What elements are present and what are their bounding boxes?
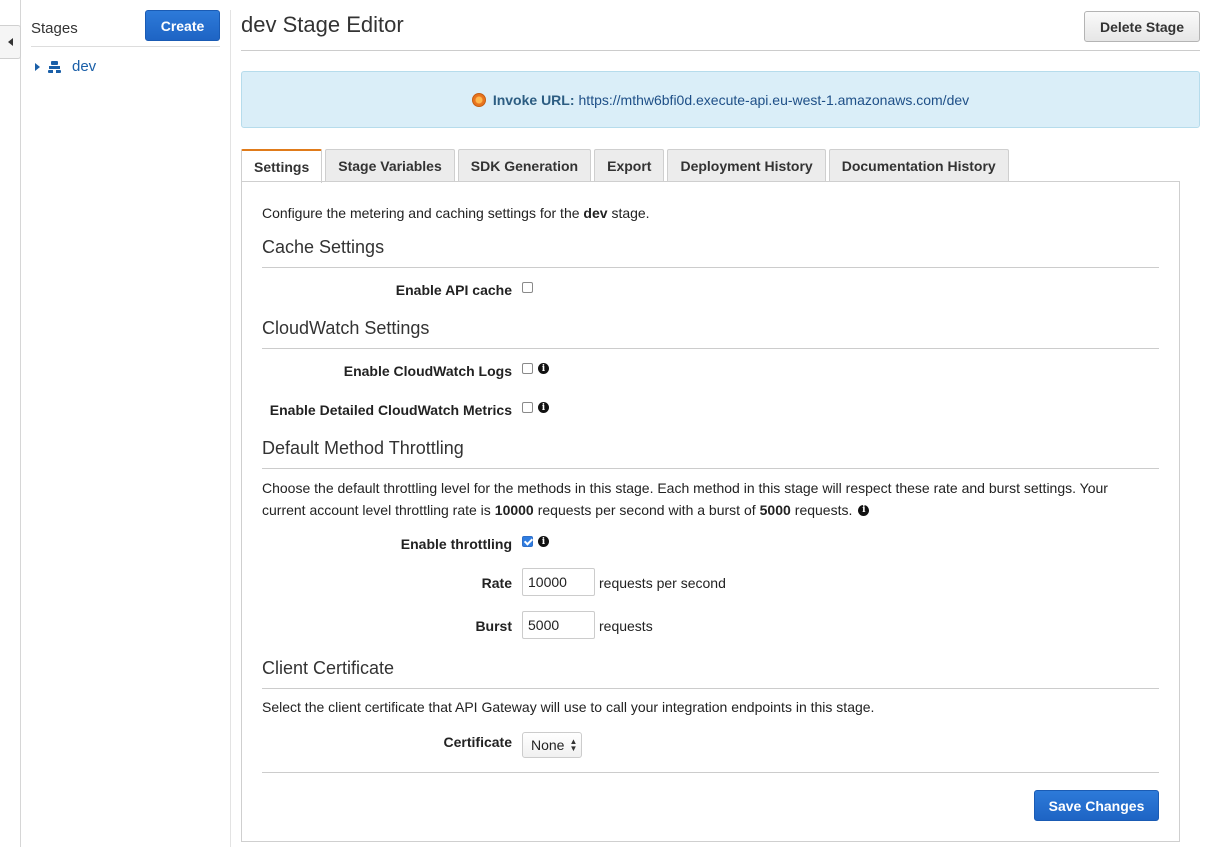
burst-input[interactable] [522,611,595,639]
throttling-description-line1: Choose the default throttling level for … [262,480,1108,496]
enable-detailed-metrics-checkbox[interactable] [522,402,533,413]
footer-divider [262,772,1159,773]
header-divider [241,50,1200,51]
invoke-url-link[interactable]: https://mthw6bfi0d.execute-api.eu-west-1… [579,92,970,108]
expand-arrow-icon[interactable] [35,63,40,71]
certificate-select[interactable]: None ▲ ▼ [522,732,582,758]
delete-stage-button[interactable]: Delete Stage [1084,11,1200,42]
invoke-url-icon [471,92,486,107]
client-certificate-heading: Client Certificate [262,658,395,678]
throttling-description-line2: current account level throttling rate is… [262,502,870,518]
settings-intro: Configure the metering and caching setti… [262,205,650,221]
enable-cloudwatch-logs-label: Enable CloudWatch Logs [343,363,512,379]
section-divider [262,348,1159,349]
enable-api-cache-label: Enable API cache [395,282,512,298]
enable-throttling-checkbox[interactable] [522,536,533,547]
certificate-selected-value: None [531,737,565,753]
save-changes-button[interactable]: Save Changes [1034,790,1159,821]
tab-deployment-history[interactable]: Deployment History [667,149,826,182]
tab-settings[interactable]: Settings [241,149,323,183]
sidebar-item-dev[interactable]: dev [72,58,96,75]
cache-settings-heading: Cache Settings [262,237,385,257]
burst-unit: requests [599,618,653,634]
stages-divider [31,46,220,47]
tab-stage-variables[interactable]: Stage Variables [325,149,455,182]
throttling-heading: Default Method Throttling [262,438,464,458]
certificate-description: Select the client certificate that API G… [262,699,875,715]
section-divider [262,468,1159,469]
stages-title: Stages [31,20,78,37]
stage-tabs: Settings Stage Variables SDK Generation … [241,149,1012,183]
select-arrows-icon: ▲ ▼ [569,737,578,753]
invoke-url-banner: Invoke URL: https://mthw6bfi0d.execute-a… [241,71,1200,128]
info-icon[interactable]: i [858,504,870,516]
info-icon[interactable]: i [538,536,549,547]
section-divider [262,688,1159,689]
sidebar-divider [230,10,231,847]
enable-cloudwatch-logs-checkbox[interactable] [522,363,533,374]
sidebar-collapse-button[interactable] [0,25,21,59]
rate-input[interactable] [522,568,595,596]
cloudwatch-settings-heading: CloudWatch Settings [262,318,430,338]
rate-unit: requests per second [599,575,726,591]
info-icon[interactable]: i [538,363,549,374]
tab-documentation-history[interactable]: Documentation History [828,149,1009,182]
enable-api-cache-checkbox[interactable] [522,282,533,293]
collapse-left-icon [7,38,13,46]
tab-sdk-generation[interactable]: SDK Generation [457,149,592,182]
enable-detailed-metrics-label: Enable Detailed CloudWatch Metrics [269,402,512,418]
sidebar-collapse-strip [0,0,21,847]
enable-throttling-label: Enable throttling [400,536,512,552]
create-button[interactable]: Create [145,10,220,41]
stage-icon [48,61,61,74]
burst-label: Burst [475,618,512,634]
certificate-label: Certificate [443,734,512,750]
tab-export[interactable]: Export [594,149,665,182]
info-icon[interactable]: i [538,402,549,413]
invoke-url-label: Invoke URL: [492,91,575,108]
page-title: dev Stage Editor [241,12,404,37]
rate-label: Rate [481,575,512,591]
section-divider [262,267,1159,268]
